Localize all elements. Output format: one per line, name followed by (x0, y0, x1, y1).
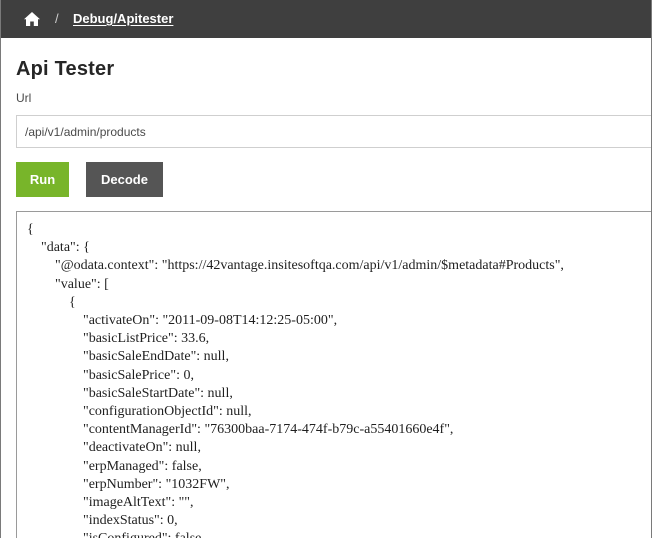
breadcrumb-separator: / (55, 11, 59, 26)
app-window: / Debug/Apitester Api Tester Url Run Dec… (0, 0, 652, 538)
page-title: Api Tester (16, 58, 115, 80)
response-json-text: { "data": { "@odata.context": "https://4… (27, 222, 564, 538)
decode-button[interactable]: Decode (86, 162, 163, 197)
response-output-panel[interactable]: { "data": { "@odata.context": "https://4… (16, 211, 651, 538)
top-navigation-bar: / Debug/Apitester (1, 0, 651, 38)
run-button[interactable]: Run (16, 162, 69, 197)
url-label: Url (16, 91, 32, 105)
url-input[interactable] (16, 115, 651, 148)
breadcrumb-current-link[interactable]: Debug/Apitester (73, 10, 173, 28)
home-icon[interactable] (23, 11, 41, 27)
